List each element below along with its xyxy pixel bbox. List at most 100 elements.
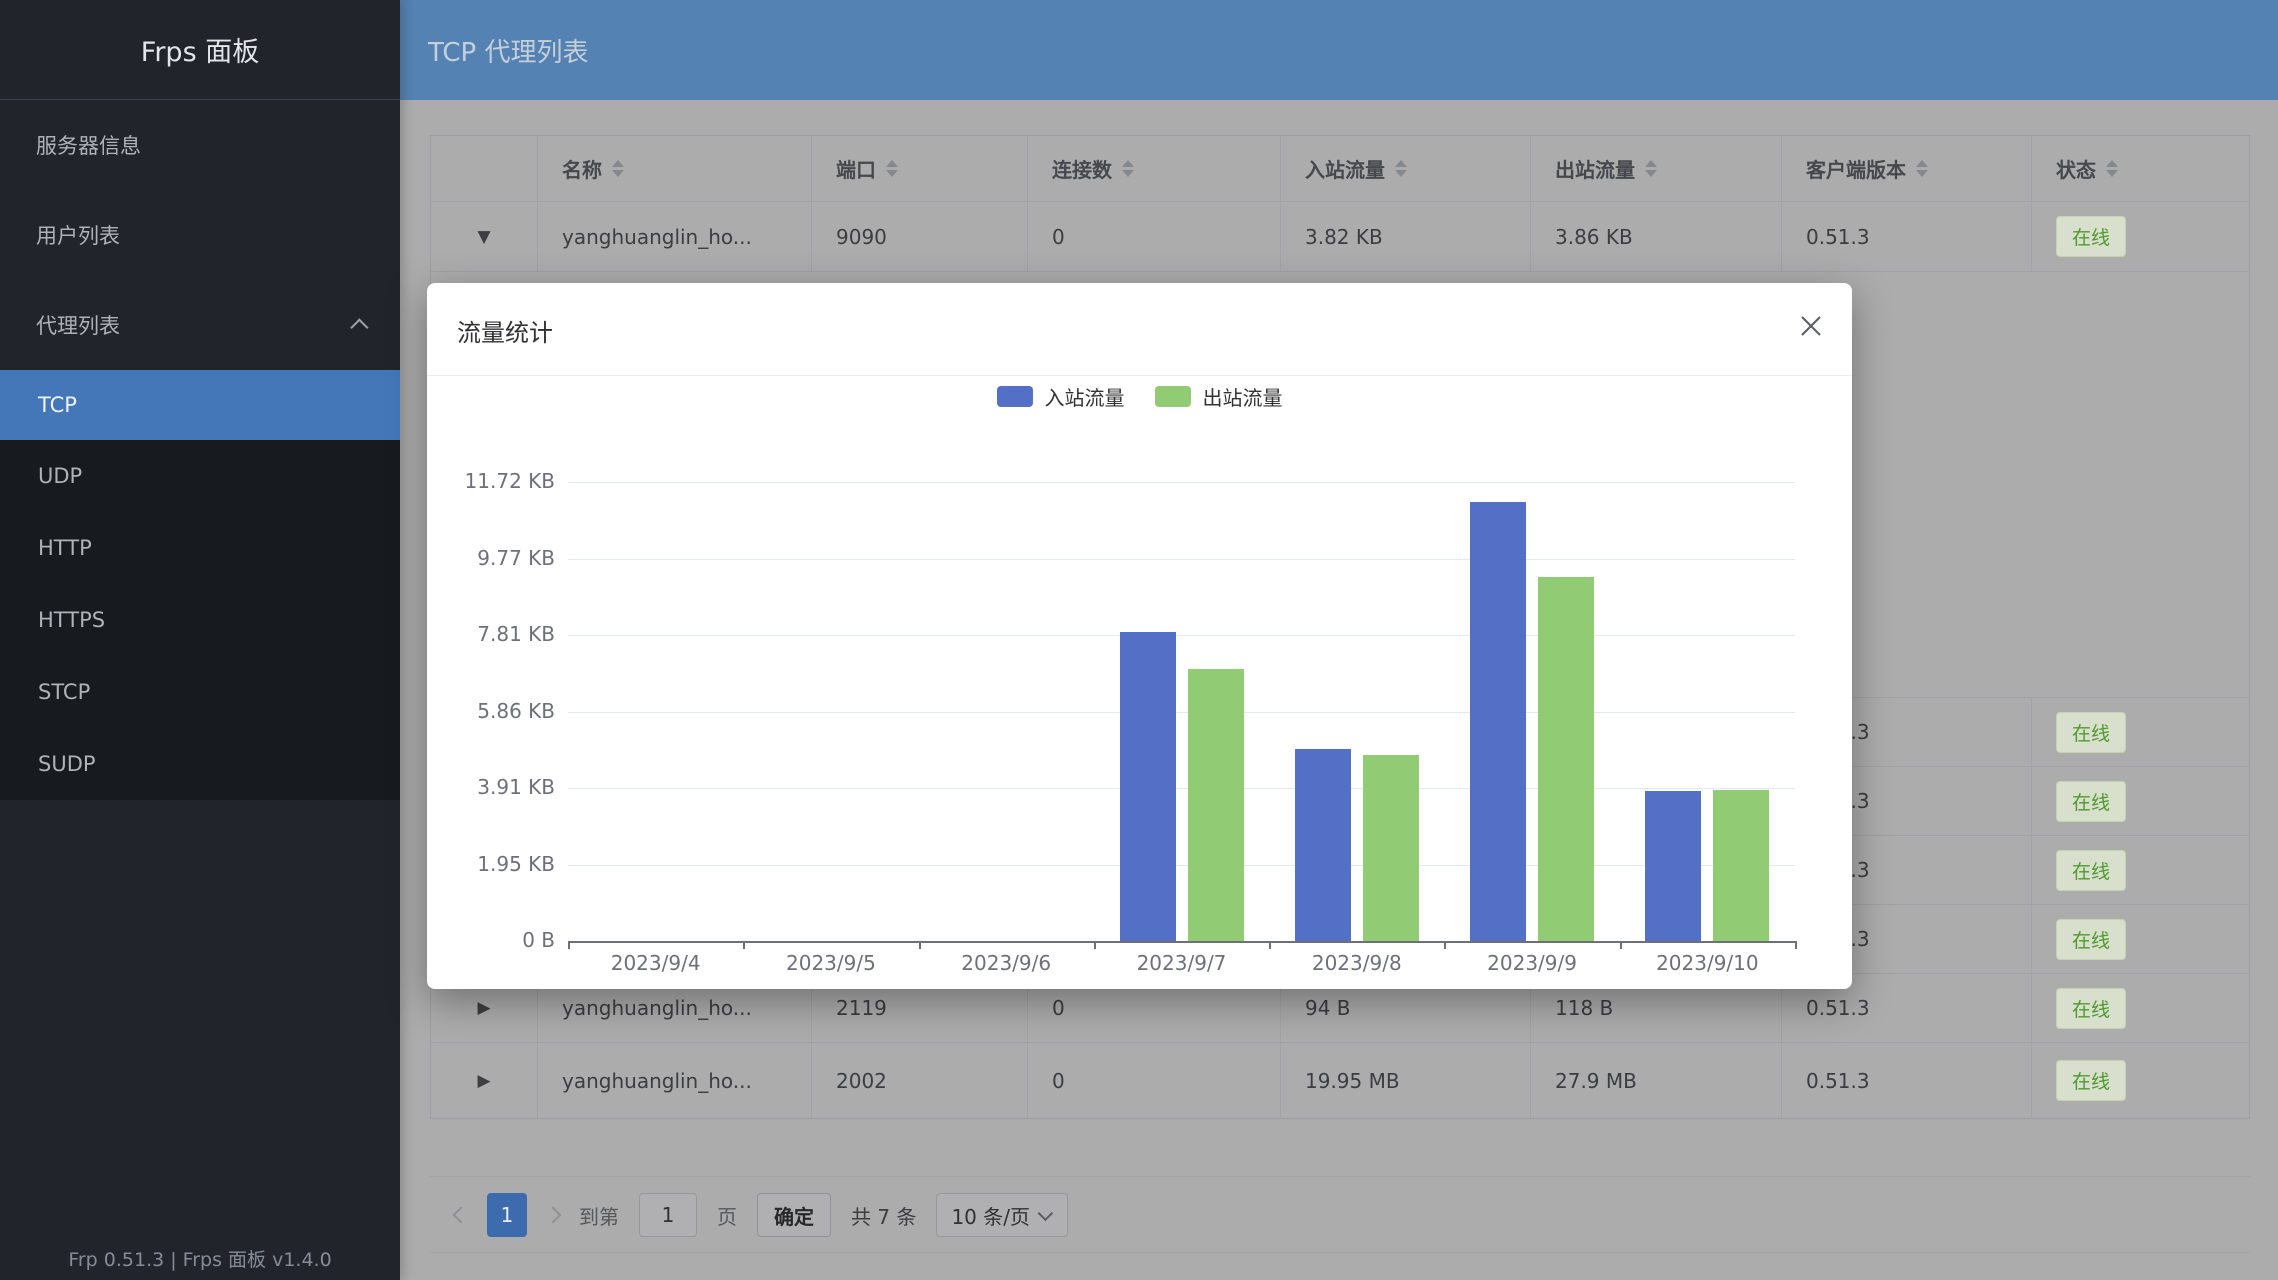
sidebar-item-server-info[interactable]: 服务器信息 [0, 100, 400, 190]
x-axis-category-label: 2023/9/10 [1619, 951, 1795, 975]
bar-inbound [1645, 791, 1701, 941]
x-axis-tick [919, 941, 921, 949]
sidebar-item-user-list[interactable]: 用户列表 [0, 190, 400, 280]
table-row[interactable]: ▼ yanghuanglin_ho... 9090 0 3.82 KB 3.86… [431, 202, 2249, 272]
sort-caret-icon[interactable] [1395, 160, 1407, 177]
table-row[interactable]: ▶ yanghuanglin_ho... 2002 0 19.95 MB 27.… [431, 1043, 2249, 1118]
chevron-down-icon [1038, 1205, 1054, 1221]
confirm-button[interactable]: 确定 [757, 1193, 831, 1237]
sidebar-item-stcp[interactable]: STCP [0, 656, 400, 728]
x-axis-category-label: 2023/9/9 [1444, 951, 1620, 975]
sort-caret-icon[interactable] [1645, 160, 1657, 177]
sort-caret-icon[interactable] [1916, 160, 1928, 177]
cell-client-version: 0.51.3 [1782, 1043, 2032, 1118]
column-header-traffic-in[interactable]: 入站流量 [1281, 136, 1531, 201]
column-label: 客户端版本 [1806, 154, 1906, 183]
x-axis-line [568, 941, 1795, 943]
cell-traffic-out: 3.86 KB [1531, 202, 1782, 271]
sidebar-item-proxy-list[interactable]: 代理列表 [0, 280, 400, 370]
bar-outbound [1188, 669, 1244, 941]
chevron-up-icon [350, 318, 368, 336]
proxy-submenu: TCP UDP HTTP HTTPS STCP SUDP [0, 370, 400, 800]
column-label: 出站流量 [1555, 154, 1635, 183]
goto-prefix-label: 到第 [579, 1201, 619, 1230]
status-badge: 在线 [2056, 988, 2126, 1029]
expand-arrow-icon[interactable]: ▼ [477, 227, 490, 247]
y-gridline [568, 865, 1795, 866]
goto-suffix-label: 页 [717, 1201, 737, 1230]
page-size-select[interactable]: 10 条/页 [936, 1193, 1068, 1237]
x-axis-category-label: 2023/9/8 [1269, 951, 1445, 975]
divider [430, 1176, 2250, 1177]
page-number-button[interactable]: 1 [487, 1193, 527, 1237]
sort-caret-icon[interactable] [886, 160, 898, 177]
table-header-row: 名称 端口 连接数 入站流量 出站流量 客户端版本 状态 [431, 136, 2249, 202]
cell-port: 2002 [812, 1043, 1028, 1118]
bar-outbound [1538, 577, 1594, 941]
bar-inbound [1470, 502, 1526, 941]
traffic-stats-dialog: 流量统计 入站流量 出站流量 0 B1.95 KB3.91 KB5.86 KB7… [427, 283, 1852, 989]
column-header-expand [431, 136, 538, 201]
column-header-client-version[interactable]: 客户端版本 [1782, 136, 2032, 201]
x-axis-tick [1269, 941, 1271, 949]
sidebar-item-tcp[interactable]: TCP [0, 370, 400, 440]
cell-connections: 0 [1028, 1043, 1281, 1118]
column-label: 入站流量 [1305, 154, 1385, 183]
column-header-traffic-out[interactable]: 出站流量 [1531, 136, 1782, 201]
cell-name: yanghuanglin_ho... [538, 202, 812, 271]
sidebar-item-http[interactable]: HTTP [0, 512, 400, 584]
sidebar-item-https[interactable]: HTTPS [0, 584, 400, 656]
pagination-bar: 1 到第 页 确定 共 7 条 10 条/页 [455, 1193, 1068, 1237]
divider [430, 1252, 2250, 1253]
sort-caret-icon[interactable] [612, 160, 624, 177]
y-gridline [568, 482, 1795, 483]
cell-name: yanghuanglin_ho... [538, 1043, 812, 1118]
version-footer: Frp 0.51.3 | Frps 面板 v1.4.0 [0, 1245, 400, 1272]
status-badge: 在线 [2056, 781, 2126, 822]
column-header-connections[interactable]: 连接数 [1028, 136, 1281, 201]
column-label: 名称 [562, 154, 602, 183]
column-header-status[interactable]: 状态 [2032, 136, 2249, 201]
status-badge: 在线 [2056, 919, 2126, 960]
sort-caret-icon[interactable] [2106, 160, 2118, 177]
x-axis-category-label: 2023/9/5 [743, 951, 919, 975]
cell-traffic-in: 19.95 MB [1281, 1043, 1531, 1118]
bar-outbound [1713, 790, 1769, 941]
status-badge: 在线 [2056, 1060, 2126, 1101]
y-axis-tick-label: 1.95 KB [415, 852, 555, 876]
y-axis-tick-label: 3.91 KB [415, 775, 555, 799]
page-size-value: 10 条/页 [951, 1201, 1030, 1230]
page-header: TCP 代理列表 [400, 0, 2278, 100]
y-gridline [568, 788, 1795, 789]
prev-page-icon[interactable] [453, 1207, 470, 1224]
bar-outbound [1363, 755, 1419, 941]
x-axis-category-label: 2023/9/4 [568, 951, 744, 975]
total-count-label: 共 7 条 [851, 1201, 916, 1230]
x-axis-tick [1795, 941, 1797, 949]
y-axis-tick-label: 9.77 KB [415, 546, 555, 570]
x-axis-category-label: 2023/9/7 [1094, 951, 1270, 975]
status-badge: 在线 [2056, 850, 2126, 891]
sidebar-nav: 服务器信息 用户列表 代理列表 TCP UDP HTTP HTTPS STCP … [0, 100, 400, 800]
y-axis-tick-label: 5.86 KB [415, 699, 555, 723]
column-header-name[interactable]: 名称 [538, 136, 812, 201]
sidebar-item-sudp[interactable]: SUDP [0, 728, 400, 800]
column-label: 连接数 [1052, 154, 1112, 183]
sidebar-item-label: 代理列表 [36, 310, 120, 340]
cell-traffic-in: 3.82 KB [1281, 202, 1531, 271]
x-axis-tick [1094, 941, 1096, 949]
expand-arrow-icon[interactable]: ▶ [477, 998, 490, 1018]
page-jump-input[interactable] [639, 1193, 697, 1237]
next-page-icon[interactable] [545, 1207, 562, 1224]
app-title: Frps 面板 [0, 0, 400, 100]
column-label: 端口 [836, 154, 876, 183]
traffic-bar-chart: 0 B1.95 KB3.91 KB5.86 KB7.81 KB9.77 KB11… [427, 283, 1852, 989]
cell-traffic-out: 27.9 MB [1531, 1043, 1782, 1118]
column-header-port[interactable]: 端口 [812, 136, 1028, 201]
cell-client-version: 0.51.3 [1782, 202, 2032, 271]
sidebar-item-udp[interactable]: UDP [0, 440, 400, 512]
expand-arrow-icon[interactable]: ▶ [477, 1071, 490, 1091]
x-axis-tick [568, 941, 570, 949]
sort-caret-icon[interactable] [1122, 160, 1134, 177]
x-axis-tick [743, 941, 745, 949]
